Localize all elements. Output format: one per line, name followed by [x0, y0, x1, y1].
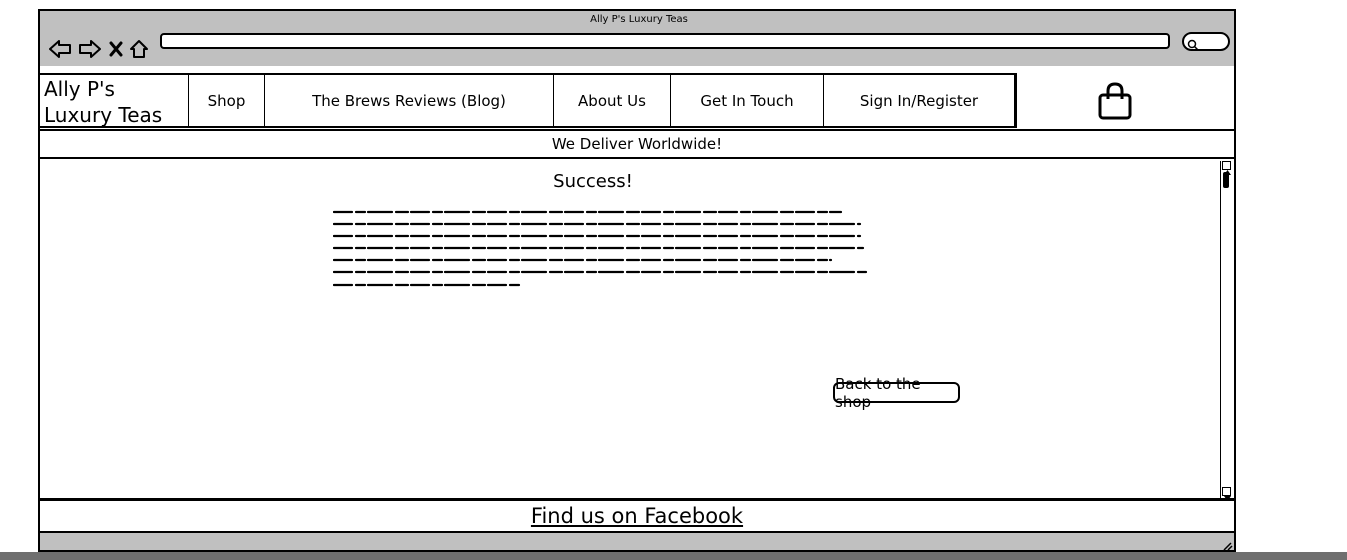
nav-tab-about-us[interactable]: About Us [554, 73, 672, 128]
close-icon[interactable] [108, 38, 124, 60]
nav-tab-shop[interactable]: Shop [189, 73, 266, 128]
main-content: Success! Back to the shop [38, 159, 1236, 501]
nav-tab-sign-in-register[interactable]: Sign In/Register [824, 73, 1016, 128]
scroll-down-arrow-icon[interactable] [1222, 487, 1231, 501]
search-icon [1187, 36, 1199, 55]
window-title: Ally P's Luxury Teas [590, 14, 688, 25]
nav-divider [1015, 73, 1017, 128]
shopping-bag-icon[interactable] [1097, 82, 1133, 120]
page-title: Success! [553, 171, 633, 192]
scroll-up-arrow-icon[interactable] [1222, 161, 1231, 175]
back-to-shop-button[interactable]: Back to the shop [833, 375, 960, 411]
facebook-link[interactable]: Find us on Facebook [531, 504, 743, 528]
body-text-placeholder [332, 208, 873, 290]
browser-search-field[interactable] [1182, 32, 1230, 51]
site-footer: Find us on Facebook [38, 499, 1236, 533]
content-scrollbar[interactable] [1220, 161, 1232, 501]
screen-bottom-edge [0, 552, 1347, 560]
scrollbar-thumb[interactable] [1223, 172, 1229, 188]
browser-titlebar: Ally P's Luxury Teas [38, 9, 1236, 66]
forward-arrow-icon[interactable] [78, 38, 102, 60]
nav-tab-get-in-touch[interactable]: Get In Touch [671, 73, 825, 128]
site-brand[interactable]: Ally P's Luxury Teas Leeds [38, 73, 190, 153]
back-arrow-icon[interactable] [48, 38, 72, 60]
address-bar[interactable] [160, 33, 1170, 49]
nav-tab-blog[interactable]: The Brews Reviews (Blog) [265, 73, 555, 128]
delivery-banner: We Deliver Worldwide! [38, 129, 1236, 159]
home-icon[interactable] [128, 38, 150, 60]
browser-statusbar [38, 533, 1236, 552]
